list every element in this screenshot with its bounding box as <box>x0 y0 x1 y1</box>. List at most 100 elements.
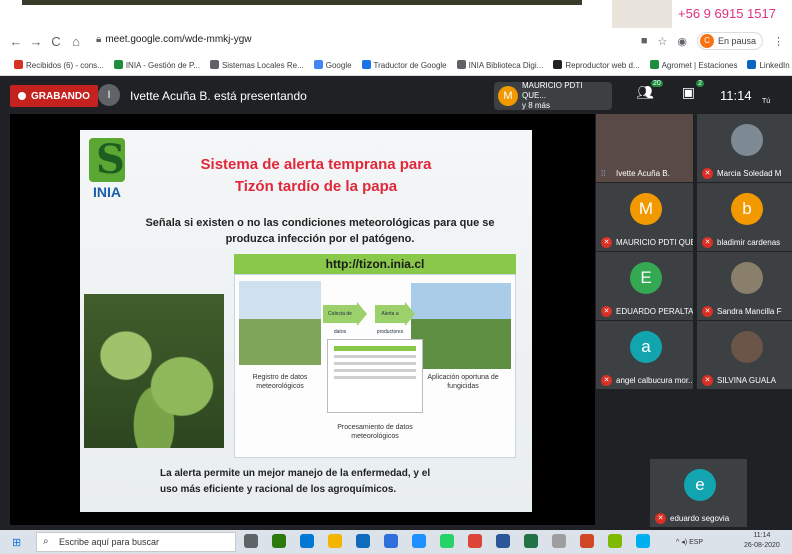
chat-button[interactable]: ▣ 2 <box>682 80 705 101</box>
participant-avatar: M <box>630 193 662 225</box>
windows-start-icon[interactable]: ⊞ <box>12 536 21 549</box>
caption-right: Aplicación oportuna de fungicidas <box>427 374 499 390</box>
slide-footer-line1: La alerta permite un mejor manejo de la … <box>160 468 431 479</box>
menu-icon[interactable]: ⋮ <box>773 35 784 48</box>
bookmark-item[interactable]: Google <box>313 59 352 70</box>
search-icon: ⌕ <box>43 536 49 547</box>
app-icon[interactable] <box>272 534 286 548</box>
excel-icon[interactable] <box>524 534 538 548</box>
ie-icon[interactable] <box>412 534 426 548</box>
arrow-data-collection: Colecta de datos <box>323 302 367 335</box>
active-speaker-chip[interactable]: M MAURICIO PDTI QUE... y 8 más <box>494 81 612 110</box>
diseased-leaf-photo <box>84 294 224 448</box>
taskbar-apps <box>244 534 650 548</box>
bookmark-item[interactable]: Recibidos (6) - cons... <box>14 59 104 70</box>
bookmark-label: Traductor de Google <box>373 60 447 70</box>
pause-label: En pausa <box>717 36 756 46</box>
bookmark-item[interactable]: INIA Biblioteca Digi... <box>456 59 543 70</box>
taskbar-clock[interactable]: 11:14 26-08-2020 <box>744 531 780 551</box>
task-view-icon[interactable] <box>244 534 258 548</box>
system-tray[interactable]: ^ ◂) ESP <box>676 538 703 546</box>
reload-icon[interactable]: C <box>46 34 66 49</box>
outlook-icon[interactable] <box>356 534 370 548</box>
bookmark-item[interactable]: Traductor de Google <box>361 59 447 70</box>
app-icon[interactable] <box>608 534 622 548</box>
mic-muted-icon: ✕ <box>702 375 713 386</box>
participant-name: angel calbucura mor... <box>616 376 693 385</box>
participant-tile[interactable]: E ✕ EDUARDO PERALTA ... <box>596 252 693 320</box>
mic-muted-icon: ✕ <box>702 168 713 179</box>
bookmark-item[interactable]: INIA - Gestión de P... <box>113 59 200 70</box>
participant-avatar <box>731 124 763 156</box>
bookmark-favicon-icon <box>14 59 23 69</box>
participant-name: MAURICIO PDTI QUE... <box>616 238 693 247</box>
participant-tile[interactable]: a ✕ angel calbucura mor... <box>596 321 693 389</box>
bookmark-favicon-icon <box>747 59 757 69</box>
meeting-clock: 11:14 <box>720 88 752 103</box>
participant-avatar <box>731 262 763 294</box>
participant-tile[interactable]: M ✕ MAURICIO PDTI QUE... <box>596 183 693 251</box>
participant-name: SILVINA GUALA <box>717 376 776 385</box>
participant-name: EDUARDO PERALTA ... <box>616 307 693 316</box>
mail-icon[interactable] <box>384 534 398 548</box>
profile-avatar: C <box>699 34 714 48</box>
participant-avatar <box>731 331 763 363</box>
participant-tile[interactable]: ✕ SILVINA GUALA <box>697 321 792 389</box>
participant-tile[interactable]: ⁞⁞ Ivette Acuña B. <box>596 114 693 182</box>
top-strip: +56 9 6915 1517 <box>0 0 792 28</box>
star-icon[interactable]: ☆ <box>657 35 667 48</box>
home-icon[interactable]: ⌂ <box>66 34 86 49</box>
lock-icon: 🔒︎ <box>96 34 102 45</box>
participant-avatar: a <box>630 331 662 363</box>
people-button[interactable]: 👥︎ 20 <box>636 80 663 101</box>
mic-muted-icon: ✕ <box>601 237 612 248</box>
bookmark-favicon-icon <box>313 59 323 69</box>
participant-tile[interactable]: ✕ Marcia Soledad M <box>697 114 792 182</box>
caption-left: Registro de datos meteorológicos <box>252 374 308 390</box>
bookmark-item[interactable]: LinkedIn <box>747 59 790 70</box>
word-icon[interactable] <box>496 534 510 548</box>
bookmark-label: Agromet | Estaciones <box>661 60 738 70</box>
store-icon[interactable] <box>328 534 342 548</box>
participant-name: bladimir cardenas <box>717 238 781 247</box>
participant-name: Marcia Soledad M <box>717 169 782 178</box>
back-icon[interactable]: ← <box>6 34 26 49</box>
language-indicator[interactable]: ESP <box>689 539 703 546</box>
bookmark-item[interactable]: Reproductor web d... <box>553 59 640 70</box>
slide-url-bar: http://tizon.inia.cl <box>234 254 516 274</box>
bookmark-item[interactable]: Sistemas Locales Re... <box>209 59 304 70</box>
chevron-up-icon[interactable]: ^ <box>676 539 679 546</box>
whatsapp-icon[interactable] <box>440 534 454 548</box>
participant-name: Ivette Acuña B. <box>616 169 670 178</box>
profile-pause-button[interactable]: C En pausa <box>696 32 763 50</box>
skype-icon[interactable] <box>636 534 650 548</box>
speaker-name: MAURICIO PDTI QUE... <box>522 81 583 100</box>
speaker-more: y 8 más <box>522 101 551 110</box>
edge-icon[interactable] <box>300 534 314 548</box>
participant-tile[interactable]: ✕ Sandra Mancilla F <box>697 252 792 320</box>
meet-header: GRABANDO I Ivette Acuña B. está presenta… <box>0 76 792 114</box>
taskbar-search[interactable]: ⌕ Escribe aquí para buscar <box>36 532 236 552</box>
bookmark-label: INIA - Gestión de P... <box>125 60 200 70</box>
camera-icon[interactable]: ■ <box>641 35 648 47</box>
participant-tile[interactable]: b ✕ bladimir cardenas <box>697 183 792 251</box>
mic-muted-icon: ✕ <box>702 306 713 317</box>
browser-toolbar: ← → C ⌂ 🔒︎ meet.google.com/wde-mmkj-ygw ■… <box>0 28 792 54</box>
extension-icon[interactable]: ◉ <box>677 35 687 48</box>
chrome-icon[interactable] <box>468 534 482 548</box>
mic-muted-icon: ✕ <box>601 375 612 386</box>
mic-muted-icon: ✕ <box>655 513 666 524</box>
forward-icon[interactable]: → <box>26 34 46 49</box>
participant-name: Sandra Mancilla F <box>717 307 782 316</box>
participant-avatar: e <box>684 469 716 501</box>
app-icon[interactable] <box>552 534 566 548</box>
participant-tile[interactable]: e ✕ eduardo segovia <box>650 459 747 527</box>
bookmark-item[interactable]: Agromet | Estaciones <box>649 59 738 70</box>
presenter-avatar: I <box>98 84 120 106</box>
bookmark-favicon-icon <box>209 59 219 69</box>
powerpoint-icon[interactable] <box>580 534 594 548</box>
volume-icon[interactable]: ◂) <box>681 539 687 546</box>
slide-title-line1: Sistema de alerta temprana para <box>200 156 432 173</box>
bookmark-favicon-icon <box>361 59 371 69</box>
address-bar[interactable]: 🔒︎ meet.google.com/wde-mmkj-ygw <box>96 34 252 45</box>
